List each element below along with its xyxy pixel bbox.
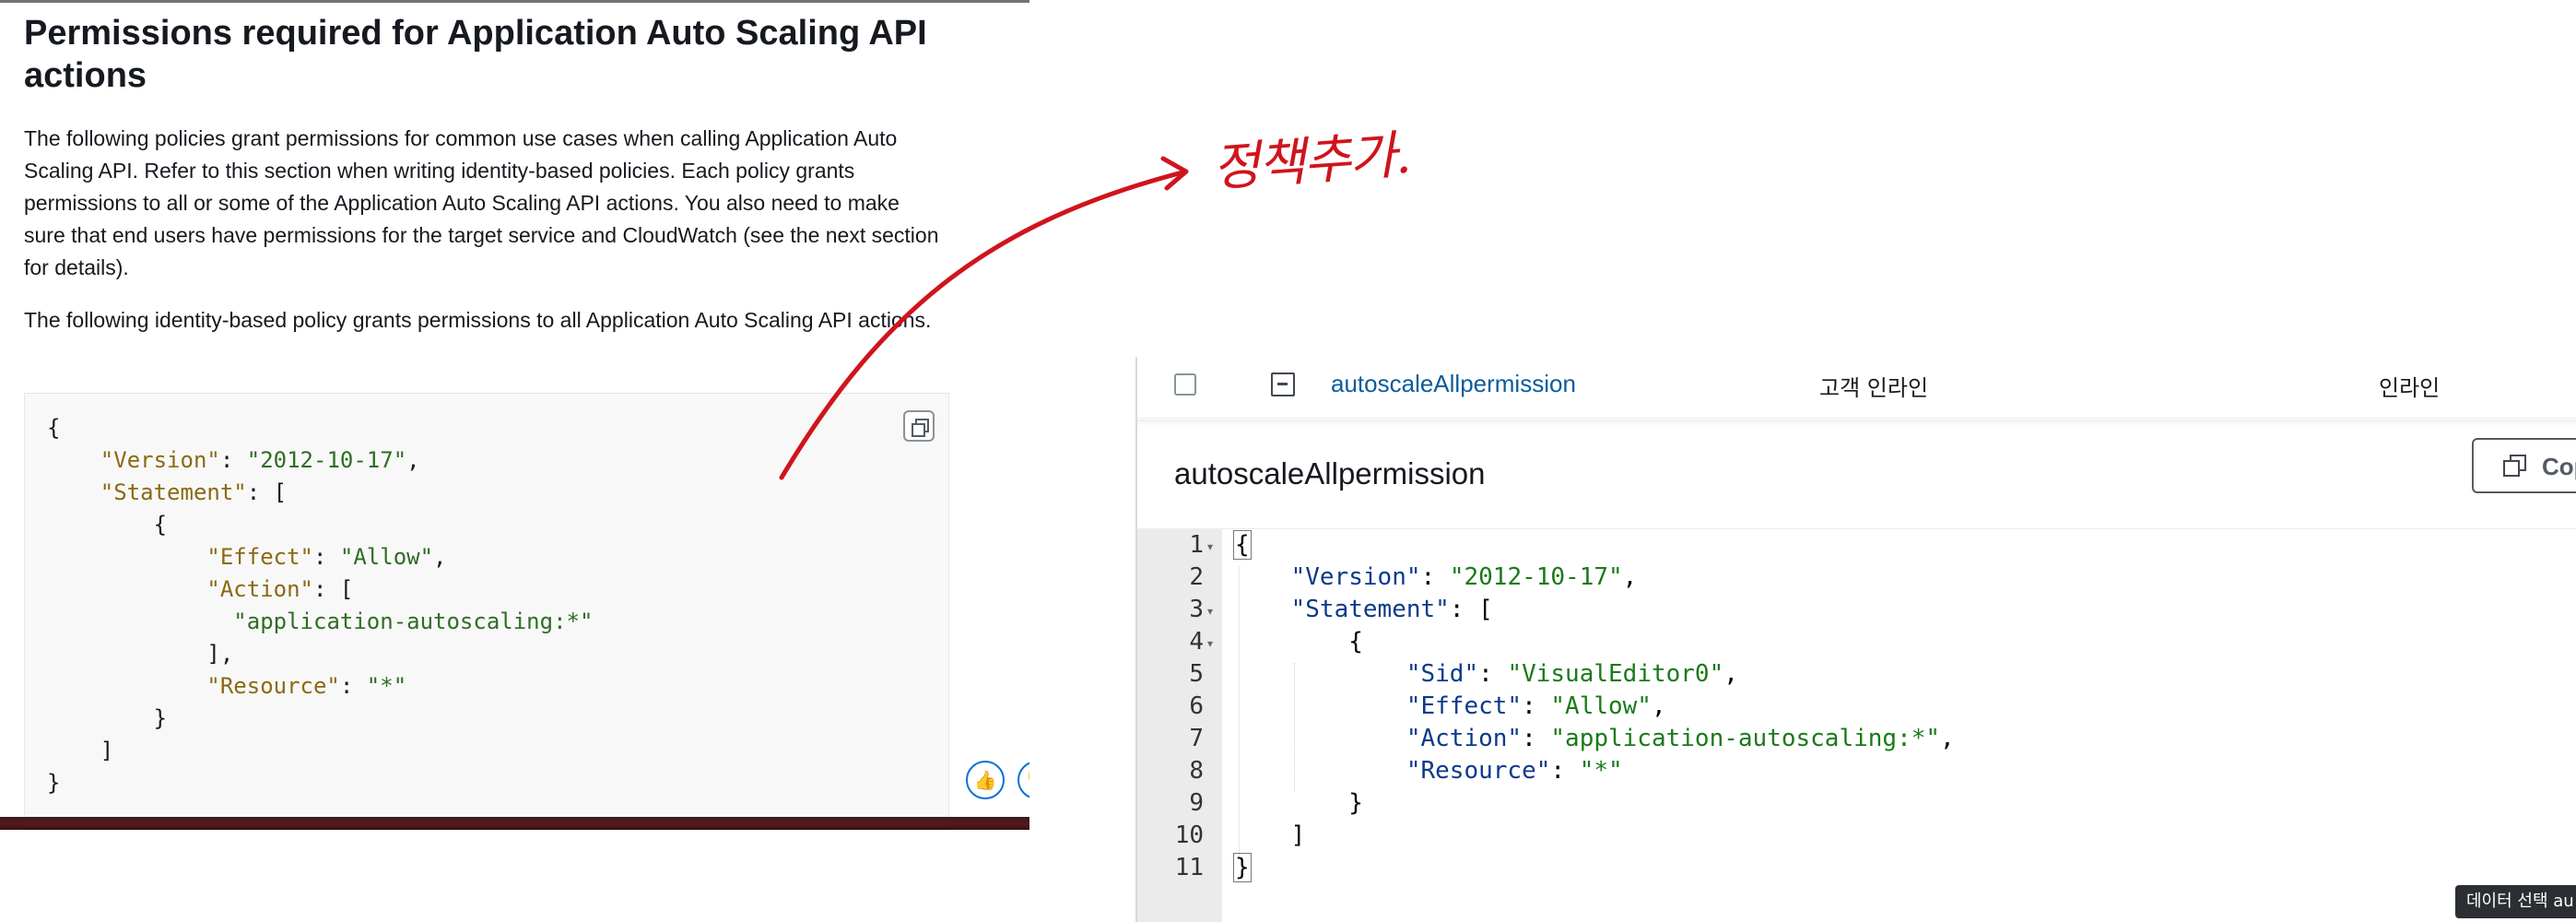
- policy-name-link[interactable]: autoscaleAllpermission: [1331, 370, 1576, 398]
- fold-arrow-icon[interactable]: ▾: [1207, 637, 1213, 650]
- policy-row[interactable]: autoscaleAllpermission 고객 인라인 인라인: [1137, 357, 2576, 419]
- line-number: 9: [1189, 789, 1204, 817]
- collapse-icon[interactable]: [1271, 372, 1295, 396]
- line-number: 1: [1189, 531, 1204, 559]
- iam-policy-panel: autoscaleAllpermission 고객 인라인 인라인 autosc…: [1135, 357, 2576, 922]
- doc-bottom-edge: [0, 817, 1029, 830]
- line-number: 10: [1174, 822, 1204, 849]
- handwritten-note: 정책추가.: [1210, 124, 1412, 199]
- policy-type: 고객 인라인: [1819, 375, 1929, 401]
- doc-paragraph-1: The following policies grant permissions…: [24, 126, 939, 279]
- line-number: 5: [1189, 660, 1204, 688]
- policy-attached-type: 인라인: [2379, 375, 2441, 401]
- line-number: 6: [1189, 692, 1204, 720]
- thumbs-down-icon: 👎: [1026, 769, 1029, 791]
- policy-detail-header: autoscaleAllpermission Cop: [1137, 420, 2576, 529]
- line-number: 11: [1174, 854, 1204, 881]
- documentation-panel: Permissions required for Application Aut…: [0, 0, 1029, 831]
- thumbs-up-icon: 👍: [973, 769, 997, 791]
- copy-button-label: Cop: [2542, 453, 2576, 480]
- line-number-gutter: 1 2 3 4 5 6 7 8 9 10 11 ▾ ▾ ▾: [1137, 529, 1222, 922]
- copy-button[interactable]: Cop: [2472, 438, 2576, 493]
- policy-code-block: { "Version": "2012-10-17", "Statement": …: [24, 393, 949, 831]
- thumbs-down-button[interactable]: 👎: [1017, 761, 1029, 799]
- line-number: 8: [1189, 757, 1204, 785]
- fold-arrow-icon[interactable]: ▾: [1207, 540, 1213, 553]
- row-checkbox[interactable]: [1174, 373, 1196, 396]
- line-number: 3: [1189, 596, 1204, 623]
- line-number: 4: [1189, 628, 1204, 656]
- line-number: 2: [1189, 563, 1204, 591]
- fold-arrow-icon[interactable]: ▾: [1207, 605, 1213, 618]
- thumbs-up-button[interactable]: 👍: [966, 761, 1005, 799]
- doc-paragraph-2: The following identity-based policy gran…: [24, 308, 932, 332]
- doc-title: Permissions required for Application Aut…: [24, 14, 927, 95]
- line-number: 7: [1189, 725, 1204, 752]
- json-editor[interactable]: 1 2 3 4 5 6 7 8 9 10 11 ▾ ▾ ▾ { "Version…: [1137, 529, 2576, 922]
- policy-detail-title: autoscaleAllpermission: [1174, 456, 1486, 491]
- tooltip: 데이터 선택 au: [2455, 885, 2576, 918]
- copy-icon: [2503, 455, 2526, 477]
- copy-code-button[interactable]: [903, 410, 935, 442]
